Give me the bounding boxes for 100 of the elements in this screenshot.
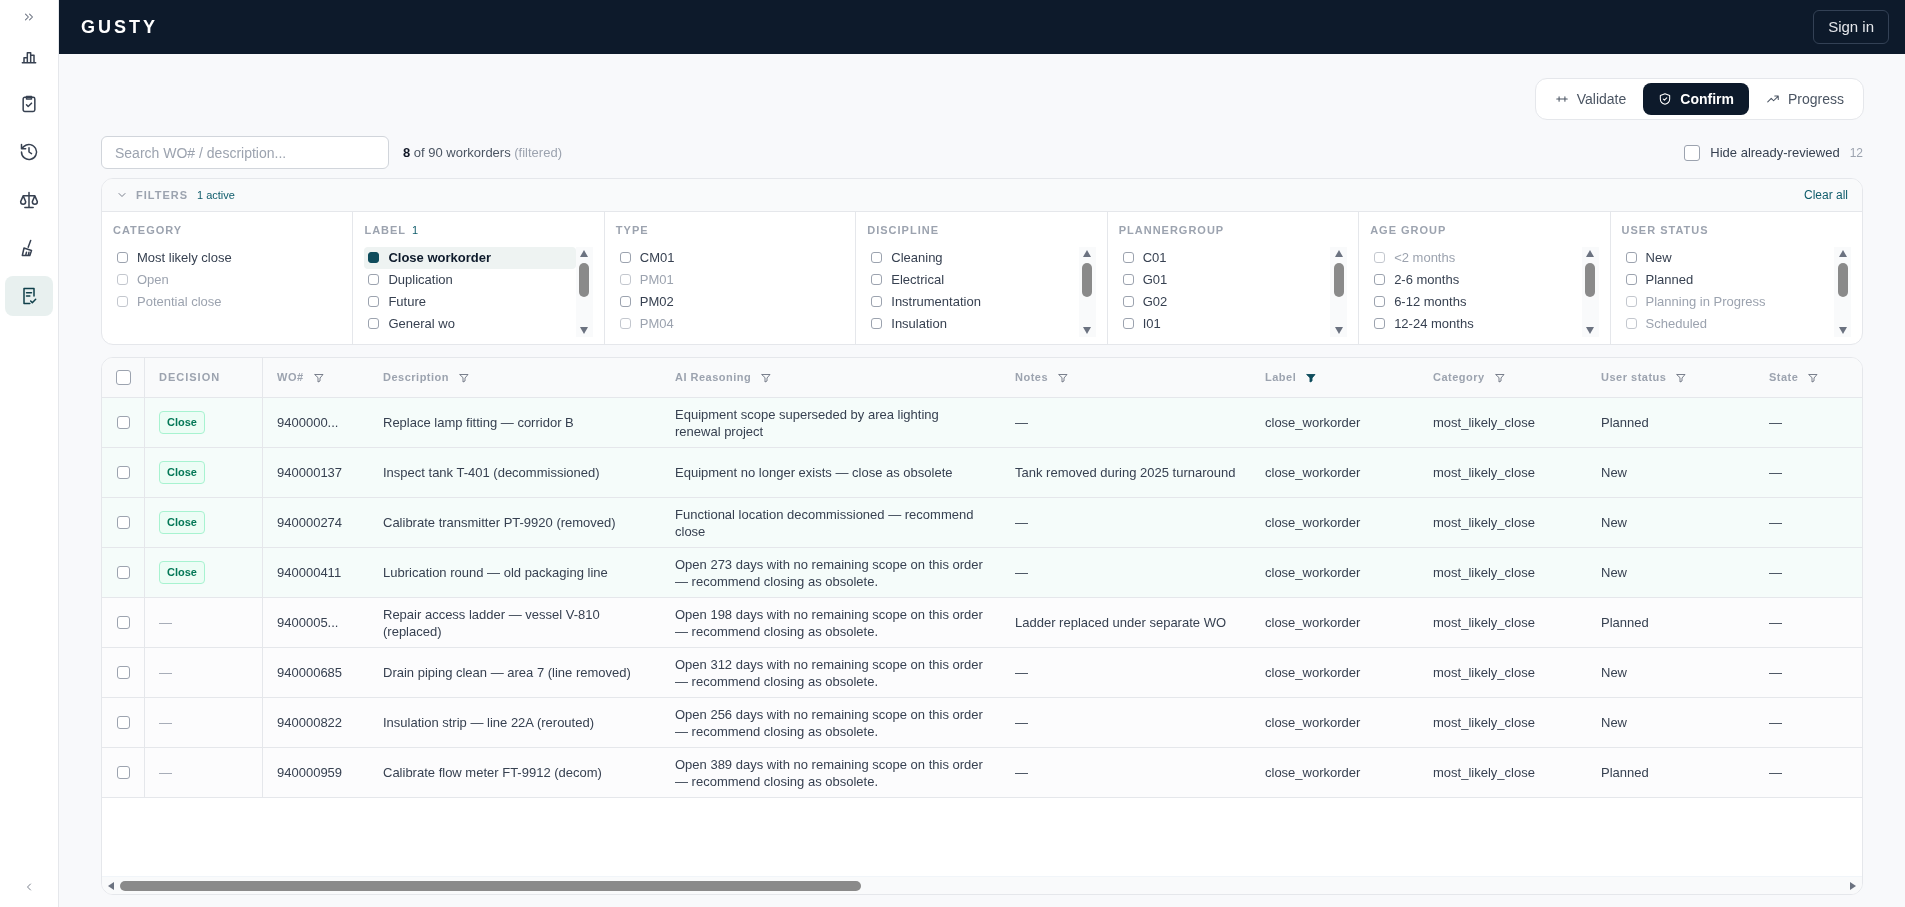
table-cell: most_likely_close — [1433, 464, 1535, 481]
scrollbar[interactable] — [1834, 246, 1851, 337]
table-cell-text: — — [159, 613, 172, 632]
checkbox[interactable] — [116, 466, 130, 479]
checkbox[interactable] — [116, 666, 130, 679]
filter-group-title: USER STATUS — [1621, 223, 1709, 238]
table-cell: — — [1769, 414, 1782, 431]
filter-option[interactable]: 6-12 months — [1370, 290, 1582, 313]
checkbox[interactable] — [116, 416, 130, 429]
filter-option[interactable]: PM02 — [615, 290, 845, 313]
filter-option[interactable]: New — [1621, 246, 1834, 269]
filter-option[interactable]: 2-6 months — [1370, 268, 1582, 291]
table-row[interactable]: Close 940000411 Lubrication round — old packaging line Open 273 days with no remaining scope on this order — recommend closing as obsolete. — close_workorder most_likely_close New — — [102, 548, 1862, 598]
filter-option[interactable]: General wo — [364, 312, 576, 335]
table-cell: 940000274 — [277, 514, 343, 531]
table-row[interactable]: — 940000685 Drain piping clean — area 7 (line removed) Open 312 days with no remaining scope on this order — recommend closing as obsolete. — close_workorder most_likely_close New — — [102, 648, 1862, 698]
table-row[interactable]: Close 940000274 Calibrate transmitter PT-9920 (removed) Functional location decommissioned — recommend close — close_workorder most_likely_close New — — [102, 498, 1862, 548]
filter-option[interactable]: I01 — [1118, 312, 1331, 335]
filter-group-title: DISCIPLINE — [867, 223, 939, 238]
table-cell: most_likely_close — [1433, 714, 1535, 731]
expand-icon[interactable] — [22, 10, 36, 24]
sidebar-item[interactable] — [5, 276, 53, 316]
scrollbar[interactable] — [1330, 246, 1348, 337]
table-cell-text: — — [159, 663, 172, 682]
clear-all-link[interactable]: Clear all — [1804, 186, 1848, 204]
table-cell: New — [1601, 714, 1627, 731]
search-field[interactable]: Search WO# / description... — [101, 136, 389, 169]
filter-icon[interactable] — [1305, 371, 1318, 384]
table-cell: close_workorder — [1265, 714, 1361, 731]
table-cell: close_workorder — [1265, 464, 1361, 481]
table-cell-text: Open 256 days with no remaining scope on this order — recommend closing as obsolete. — [675, 705, 984, 740]
checkbox[interactable] — [116, 766, 130, 779]
clipboard-check-icon — [19, 94, 39, 114]
column-header: Notes — [1015, 370, 1049, 386]
scrollbar[interactable] — [1078, 246, 1096, 337]
result-count: 8 of 90 workorders (filtered) — [403, 143, 562, 162]
filter-option[interactable]: Most likely close — [113, 246, 342, 269]
table-cell-text: Open 312 days with no remaining scope on this order — recommend closing as obsolete. — [675, 655, 984, 690]
table-cell: 940000822 — [277, 714, 343, 731]
table-cell: Drain piping clean — area 7 (line removed) — [383, 664, 631, 681]
table-cell-text: — — [159, 713, 172, 732]
logo: GUSTY — [81, 15, 158, 39]
view-tab[interactable]: Confirm — [1643, 83, 1749, 115]
horizontal-scrollbar[interactable] — [102, 876, 1862, 894]
filter-option[interactable]: Insulation — [867, 312, 1079, 335]
checkbox[interactable] — [116, 566, 130, 579]
filter-option[interactable]: C01 — [1118, 246, 1331, 269]
decision-badge: Close — [159, 411, 205, 434]
filter-option[interactable]: Instrumentation — [867, 290, 1079, 313]
table-cell: Planned — [1601, 614, 1649, 631]
table-cell: 9400005... — [277, 614, 339, 631]
table-row[interactable]: Close 9400000... Replace lamp fitting — corridor B Equipment scope superseded by area lighting renewal project — close_workorder most_likely_close Planned — — [102, 398, 1862, 448]
checkbox[interactable] — [116, 716, 130, 729]
table-cell: close_workorder — [1265, 664, 1361, 681]
table-cell: Calibrate transmitter PT-9920 (removed) — [383, 514, 616, 531]
table-row[interactable]: — 940000822 Insulation strip — line 22A (rerouted) Open 256 days with no remaining scope on this order — recommend closing as obsolete. — close_workorder most_likely_close New — — [102, 698, 1862, 748]
filter-group-title: TYPE — [615, 223, 649, 238]
table-cell: most_likely_close — [1433, 764, 1535, 781]
decision-badge: Close — [159, 561, 205, 584]
table-cell: close_workorder — [1265, 564, 1361, 581]
table-row[interactable] — [102, 598, 1862, 648]
table-cell: — — [1015, 514, 1028, 531]
table-cell: Planned — [1601, 764, 1649, 781]
table-cell: most_likely_close — [1433, 564, 1535, 581]
filter-option[interactable]: Duplication — [364, 268, 576, 291]
filter-option[interactable]: CM01 — [615, 246, 845, 269]
decision-badge: Close — [159, 511, 205, 534]
filter-option[interactable]: Future — [364, 290, 576, 313]
filter-option[interactable]: G01 — [1118, 268, 1331, 291]
filter-option[interactable]: Planned — [1621, 268, 1834, 291]
sign-in-button[interactable]: Sign in — [1813, 10, 1889, 44]
table-cell: close_workorder — [1265, 514, 1361, 531]
filter-option[interactable]: Close workorder — [364, 246, 576, 269]
table-row[interactable]: — 940000959 Calibrate flow meter FT-9912 (decom) Open 389 days with no remaining scope on this order — recommend closing as obsolete. — close_workorder most_likely_close Planned — — [102, 748, 1862, 798]
table-cell: — — [1769, 664, 1782, 681]
table-row[interactable]: Close 940000137 Inspect tank T-401 (decommissioned) Equipment no longer exists — close as obsolete Tank removed during 2025 turnaround close_workorder most_likely_close New — — [102, 448, 1862, 498]
table-cell: Tank removed during 2025 turnaround — [1015, 464, 1236, 481]
table-cell: most_likely_close — [1433, 614, 1535, 631]
table-cell-text: Open 273 days with no remaining scope on this order — recommend closing as obsolete. — [675, 555, 984, 590]
filter-group-title: AGE GROUP — [1370, 223, 1447, 238]
table-cell: Ladder replaced under separate WO — [1015, 614, 1226, 631]
view-tab[interactable]: Progress — [1750, 83, 1859, 115]
table-cell: 940000137 — [277, 464, 343, 481]
checkbox[interactable] — [1684, 144, 1701, 161]
table-cell: — — [1015, 764, 1028, 781]
checkbox[interactable] — [115, 370, 131, 385]
scale-icon — [19, 190, 39, 210]
table-cell: — — [1769, 764, 1782, 781]
column-header: DECISION — [159, 370, 221, 386]
scrollbar[interactable] — [575, 246, 593, 337]
view-tab[interactable]: Validate — [1539, 83, 1642, 115]
checkbox[interactable] — [116, 616, 130, 629]
scrollbar[interactable] — [1581, 246, 1599, 337]
filter-option[interactable]: Cleaning — [867, 246, 1079, 269]
table-cell: — — [1769, 564, 1782, 581]
filter-option[interactable]: G02 — [1118, 290, 1331, 313]
filter-option[interactable]: 12-24 months — [1370, 312, 1582, 335]
filter-option[interactable]: Electrical — [867, 268, 1079, 291]
table-cell: — — [1769, 464, 1782, 481]
checkbox[interactable] — [116, 516, 130, 529]
